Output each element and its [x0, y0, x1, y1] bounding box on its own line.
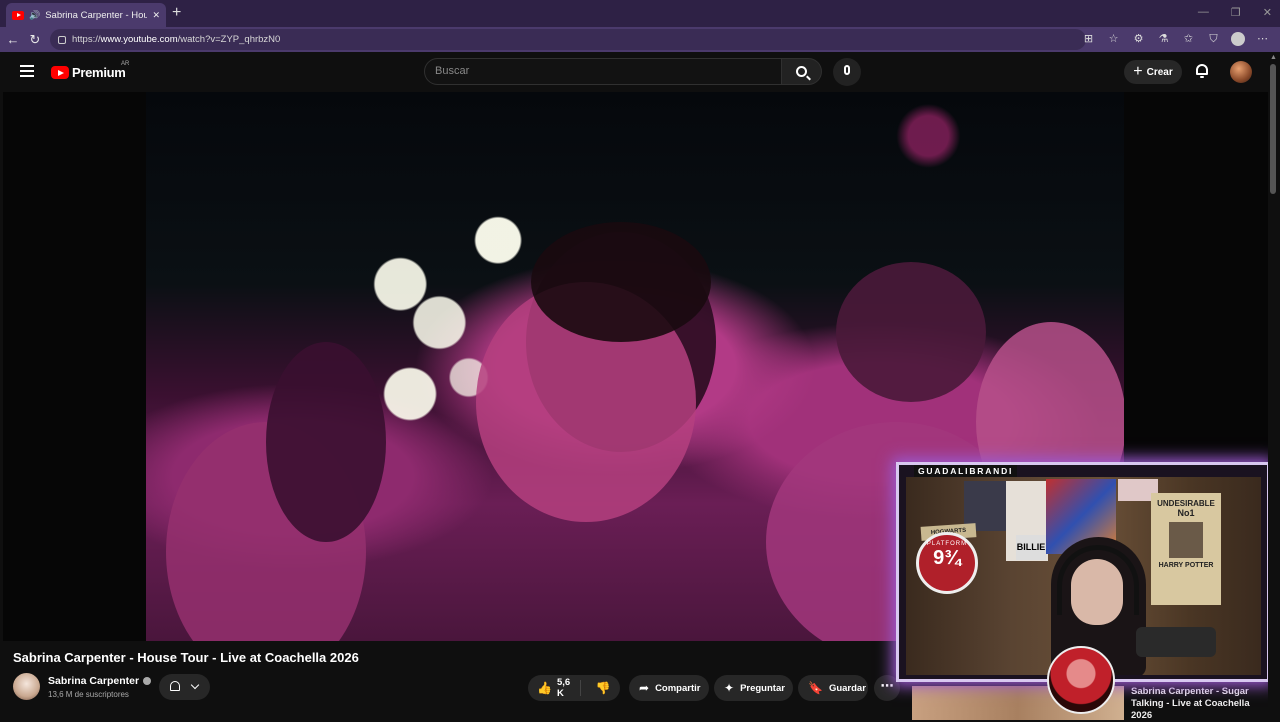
platform-number: 9¾ — [933, 547, 961, 569]
tab-title: Sabrina Carpenter - House Tour — [45, 9, 148, 21]
youtube-logo[interactable]: Premium AR — [51, 61, 129, 80]
thumbs-up-icon: 👍 — [537, 681, 552, 695]
browser-essentials-icon[interactable]: ⛉ — [1206, 32, 1221, 47]
video-title: Sabrina Carpenter - House Tour - Live at… — [13, 650, 359, 665]
settings-more-icon[interactable]: ⋯ — [1255, 32, 1270, 47]
ask-label: Preguntar — [740, 682, 785, 694]
like-dislike-group: 👍 5,6 K 👎 — [528, 675, 620, 701]
speaker-icon[interactable]: 🔊 — [29, 10, 40, 21]
window-controls: — ❐ ✕ — [1198, 6, 1272, 19]
sparkle-icon: ✦ — [724, 681, 735, 695]
browser-profile-avatar[interactable] — [1231, 32, 1245, 46]
billie-poster: BILLIE — [1016, 535, 1046, 560]
ask-button[interactable]: ✦ Preguntar — [714, 675, 793, 701]
youtube-header: Premium AR Buscar + Crear — [3, 52, 1268, 92]
page-scrollbar[interactable]: ▲ — [1268, 52, 1280, 720]
search-icon — [796, 66, 807, 77]
studio-microphone — [1136, 627, 1216, 657]
favorites-icon[interactable]: ✩ — [1181, 32, 1196, 47]
scrollbar-thumb[interactable] — [1270, 64, 1276, 194]
new-tab-button[interactable]: + — [172, 4, 181, 22]
tab-close-icon[interactable]: ✕ — [152, 10, 160, 21]
chevron-down-icon — [190, 680, 200, 690]
region-code: AR — [121, 61, 130, 67]
menu-icon[interactable] — [20, 65, 34, 77]
channel-name[interactable]: Sabrina Carpenter — [48, 675, 152, 687]
save-button[interactable]: 🔖 Guardar — [798, 675, 868, 701]
notifications-bell-icon[interactable] — [1195, 63, 1209, 78]
search-input[interactable]: Buscar — [424, 58, 782, 85]
harry-potter-text: HARRY POTTER — [1158, 562, 1214, 569]
bookmark-icon: 🔖 — [808, 681, 823, 695]
scroll-up-arrow-icon[interactable]: ▲ — [1270, 54, 1277, 61]
share-label: Compartir — [655, 682, 701, 694]
app-available-icon[interactable]: ⊞ — [1081, 32, 1096, 47]
extensions-icon[interactable]: ⚙ — [1131, 32, 1146, 47]
favorite-star-icon[interactable]: ☆ — [1106, 32, 1121, 47]
next-video-title[interactable]: Sabrina Carpenter - Sugar Talking - Live… — [1131, 686, 1268, 722]
undesirable-poster: UNDESIRABLE No1 HARRY POTTER — [1151, 493, 1221, 605]
save-label: Guardar — [828, 682, 866, 694]
search-button[interactable] — [782, 58, 822, 85]
account-avatar[interactable] — [1230, 61, 1252, 83]
browser-toolbar-icons: ⊞ ☆ ⚙ ⚗ ✩ ⛉ ⋯ — [1081, 32, 1270, 47]
youtube-play-icon — [51, 66, 69, 79]
channel-avatar[interactable] — [13, 673, 40, 700]
share-arrow-icon: ➦ — [639, 681, 650, 695]
subscriber-count: 13,6 M de suscriptores — [48, 690, 129, 699]
youtube-favicon-icon — [12, 10, 24, 20]
create-button[interactable]: + Crear — [1124, 60, 1182, 84]
undesirable-text: UNDESIRABLE — [1157, 499, 1215, 508]
back-arrow-icon[interactable]: ← — [2, 32, 24, 47]
thumbs-down-icon: 👎 — [595, 680, 611, 695]
subscribed-notifications-button[interactable] — [159, 674, 210, 700]
plus-icon: + — [1133, 63, 1143, 80]
dislike-button[interactable]: 👎 — [587, 682, 620, 695]
streamer-avatar — [1047, 646, 1115, 714]
no1-text: No1 — [1177, 508, 1195, 518]
like-count: 5,6 K — [556, 677, 571, 699]
share-button[interactable]: ➦ Compartir — [629, 675, 709, 701]
platform-sign: PLATFORM 9¾ — [916, 532, 978, 594]
site-info-icon[interactable] — [58, 35, 66, 44]
browser-tab[interactable]: 🔊 Sabrina Carpenter - House Tour ✕ — [6, 3, 166, 27]
logo-text: Premium — [72, 65, 126, 80]
minimize-button[interactable]: — — [1198, 6, 1209, 19]
create-label: Crear — [1146, 66, 1173, 78]
split-screen-icon[interactable]: ⚗ — [1156, 32, 1171, 47]
streamer-name-label: GUADALIBRANDI — [914, 465, 1018, 477]
url-text: https://www.youtube.com/watch?v=ZYP_qhrb… — [72, 34, 281, 45]
voice-search-button[interactable] — [833, 58, 861, 86]
reload-icon[interactable]: ↻ — [24, 32, 46, 48]
microphone-icon — [844, 65, 850, 75]
verified-icon — [143, 677, 152, 685]
browser-tab-bar: 🔊 Sabrina Carpenter - House Tour ✕ + — ❐… — [0, 0, 1280, 27]
url-field[interactable]: https://www.youtube.com/watch?v=ZYP_qhrb… — [50, 29, 1086, 50]
close-window-button[interactable]: ✕ — [1263, 6, 1272, 19]
like-button[interactable]: 👍 5,6 K — [528, 677, 581, 699]
maximize-button[interactable]: ❐ — [1231, 6, 1241, 19]
bell-icon — [170, 681, 180, 691]
address-bar-row: ← ↻ https://www.youtube.com/watch?v=ZYP_… — [0, 27, 1280, 52]
channel-name-text: Sabrina Carpenter — [48, 675, 140, 687]
